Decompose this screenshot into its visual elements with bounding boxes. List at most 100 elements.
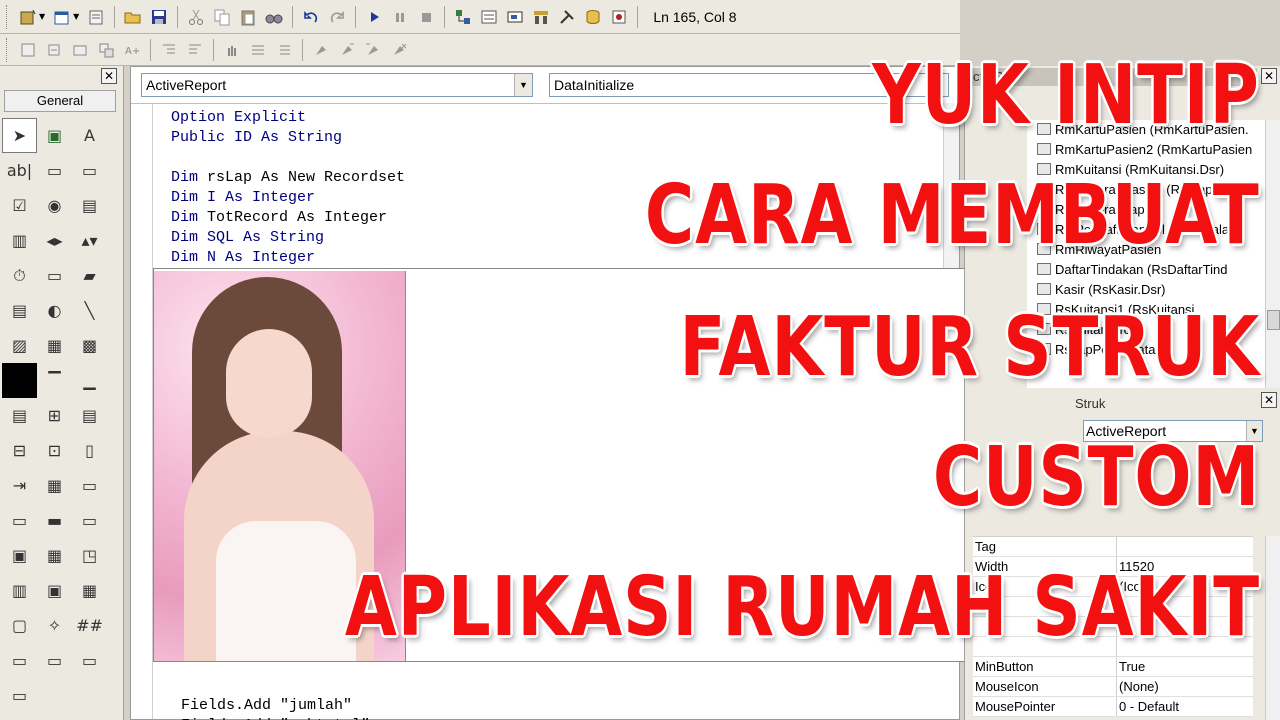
code-line[interactable]: Dim N As Integer <box>171 248 405 268</box>
tool-timer-icon[interactable]: ⏱ <box>2 258 37 293</box>
code-line[interactable]: Dim rsLap As New Recordset <box>171 168 405 188</box>
property-value[interactable]: (Icon) <box>1117 577 1253 596</box>
tool-ar-field3-icon[interactable]: ▢ <box>2 608 37 643</box>
tool-ar-rtf-icon[interactable]: ⇥ <box>2 468 37 503</box>
tool-ar-grid-icon[interactable]: ⊟ <box>2 433 37 468</box>
tool-data-icon[interactable]: ▦ <box>37 328 72 363</box>
project-tree-item[interactable]: RsKuitansiTotal <box>1027 320 1265 340</box>
property-row[interactable]: Tag <box>973 537 1253 557</box>
property-row[interactable] <box>973 597 1253 617</box>
tool-ar-frame-icon[interactable]: ▣ <box>2 538 37 573</box>
project-tree-item[interactable]: DaftarTindakan (RsDaftarTind <box>1027 260 1265 280</box>
clear-bookmarks-icon[interactable] <box>388 39 410 61</box>
project-tree-item[interactable]: RmPendaftaranPel (RmPelalan <box>1027 220 1265 240</box>
property-value[interactable] <box>1117 637 1253 656</box>
open-icon[interactable] <box>122 6 144 28</box>
tool-ar-barcode-icon[interactable]: ▭ <box>2 503 37 538</box>
tool-ar-sparkline-icon[interactable]: ✧ <box>37 608 72 643</box>
parameter-info-icon[interactable] <box>95 39 117 61</box>
tool-label-icon[interactable]: A <box>72 118 107 153</box>
project-tree-item[interactable]: RmLaporanPasien (RmLap <box>1027 180 1265 200</box>
code-line[interactable]: Dim SQL As String <box>171 228 405 248</box>
tool-ar-pagebreak-icon[interactable]: ▯ <box>72 433 107 468</box>
tool-combobox-icon[interactable]: ▤ <box>72 188 107 223</box>
properties-pane-close-button[interactable]: ✕ <box>1261 392 1277 408</box>
project-tree-item[interactable]: RmLaporanLap <box>1027 200 1265 220</box>
add-project-icon[interactable] <box>17 6 39 28</box>
previous-bookmark-icon[interactable] <box>362 39 384 61</box>
copy-icon[interactable] <box>211 6 233 28</box>
tool-ar-chart2-icon[interactable]: ▥ <box>2 573 37 608</box>
tool-image-icon[interactable]: ▨ <box>2 328 37 363</box>
chevron-down-icon[interactable]: ▼ <box>1246 421 1262 441</box>
tool-ar-form-active-icon[interactable]: ▭ <box>37 643 72 678</box>
tool-activereport-control-icon[interactable]: ■ <box>2 363 37 398</box>
tool-textbox-icon[interactable]: ab| <box>2 153 37 188</box>
tool-pointer-icon[interactable]: ➤ <box>2 118 37 153</box>
tool-ar-numbering-icon[interactable]: ## <box>72 608 107 643</box>
procedure-combo[interactable]: DataInitialize <box>549 73 949 97</box>
tool-ar-line-icon[interactable]: ▤ <box>2 398 37 433</box>
project-explorer-icon[interactable] <box>452 6 474 28</box>
property-row[interactable]: Icon (Icon) <box>973 577 1253 597</box>
tool-dirlistbox-icon[interactable]: ▰ <box>72 258 107 293</box>
tool-ar-image-icon[interactable]: ▦ <box>37 468 72 503</box>
property-value[interactable]: 0 - Default <box>1117 697 1253 716</box>
chevron-down-icon[interactable]: ▼ <box>73 12 79 21</box>
object-combo[interactable]: ActiveReport ▼ <box>141 73 533 97</box>
tool-ar-form-inactive-icon[interactable]: ▭ <box>72 643 107 678</box>
property-value[interactable] <box>1117 617 1253 636</box>
code-margin[interactable] <box>131 104 153 719</box>
menu-editor-icon[interactable] <box>85 6 107 28</box>
property-row[interactable] <box>973 637 1253 657</box>
tool-drivelistbox-icon[interactable]: ▭ <box>37 258 72 293</box>
redo-icon[interactable] <box>326 6 348 28</box>
toolbar-grip[interactable] <box>6 4 9 29</box>
code-line[interactable]: Option Explicit <box>171 108 405 128</box>
tool-ar-map-icon[interactable]: ◳ <box>72 538 107 573</box>
code-line[interactable]: Fields.Add "subtotal" <box>181 716 370 720</box>
toolbar-grip[interactable] <box>6 37 9 62</box>
project-tree-item[interactable]: RsKuitansi1 (RsKuitansi <box>1027 300 1265 320</box>
data-view-icon[interactable] <box>582 6 604 28</box>
tool-ar-field-icon[interactable]: ▁ <box>72 363 107 398</box>
tool-ar-chart-icon[interactable]: ▦ <box>37 538 72 573</box>
toggle-breakpoint-icon[interactable] <box>221 39 243 61</box>
tool-ar-frame2-icon[interactable]: ▦ <box>72 573 107 608</box>
component-manager-icon[interactable] <box>608 6 630 28</box>
properties-object-combo[interactable]: ActiveReport ▼ <box>1083 420 1263 442</box>
complete-word-icon[interactable]: A+ <box>121 39 143 61</box>
property-value[interactable]: (None) <box>1117 677 1253 696</box>
chevron-down-icon[interactable]: ▼ <box>39 12 45 21</box>
outdent-icon[interactable] <box>184 39 206 61</box>
pause-icon[interactable] <box>389 6 411 28</box>
save-icon[interactable] <box>148 6 170 28</box>
property-value[interactable]: 11520 <box>1117 557 1253 576</box>
tool-ar-group-icon[interactable]: ⊡ <box>37 433 72 468</box>
find-icon[interactable] <box>263 6 285 28</box>
tool-ar-preview-icon[interactable]: ▭ <box>2 678 37 713</box>
indent-icon[interactable] <box>158 39 180 61</box>
scrollbar-thumb[interactable] <box>1267 310 1280 330</box>
object-browser-icon[interactable] <box>530 6 552 28</box>
project-tree-item[interactable]: RmKartuPasien2 (RmKartuPasien <box>1027 140 1265 160</box>
properties-icon[interactable] <box>478 6 500 28</box>
form-layout-icon[interactable] <box>504 6 526 28</box>
tool-line-icon[interactable]: ╲ <box>72 293 107 328</box>
list-properties-icon[interactable] <box>17 39 39 61</box>
tool-filelistbox-icon[interactable]: ▤ <box>2 293 37 328</box>
property-row[interactable]: MouseIcon (None) <box>973 677 1253 697</box>
tool-picturebox-icon[interactable]: ▣ <box>37 118 72 153</box>
project-tree-item[interactable]: RmKartuPasien (RmKartuPasien. <box>1027 120 1265 140</box>
next-bookmark-icon[interactable] <box>336 39 358 61</box>
stop-icon[interactable] <box>415 6 437 28</box>
code-line[interactable]: Fields.Add "jumlah" <box>181 696 370 716</box>
property-row[interactable] <box>973 617 1253 637</box>
tool-commandbutton-icon[interactable]: ▭ <box>72 153 107 188</box>
tool-optionbutton-icon[interactable]: ◉ <box>37 188 72 223</box>
property-value[interactable] <box>1117 597 1253 616</box>
toolbox-close-button[interactable]: ✕ <box>101 68 117 84</box>
tool-ar-window-icon[interactable]: ▭ <box>2 643 37 678</box>
tool-ar-checkbox-icon[interactable]: ▭ <box>72 468 107 503</box>
tool-shape-icon[interactable]: ◐ <box>37 293 72 328</box>
